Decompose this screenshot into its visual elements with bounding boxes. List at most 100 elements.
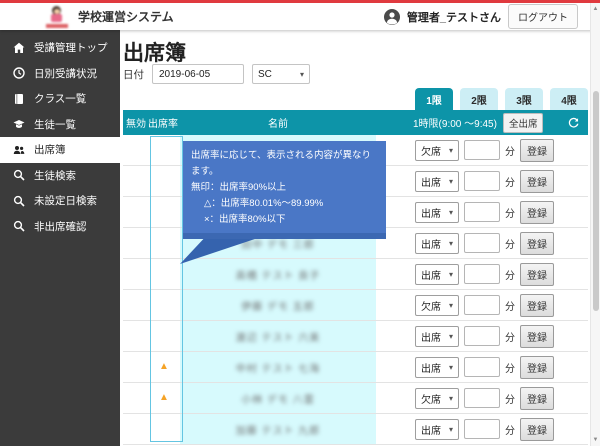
tooltip-line: △：出席率80.01%～89.99% <box>204 198 324 209</box>
invalid-cell <box>123 228 148 258</box>
attendance-status-select[interactable]: 出席 ▾ <box>415 201 459 223</box>
minutes-label: 分 <box>505 425 515 437</box>
attendance-status-value: 欠席 <box>421 394 441 406</box>
register-button[interactable]: 登録 <box>520 169 554 193</box>
user-avatar-icon <box>383 8 400 25</box>
book-icon <box>13 93 25 105</box>
row-controls: 出席 ▾ 分 登録 <box>415 200 588 224</box>
attendance-status-select[interactable]: 出席 ▾ <box>415 418 459 440</box>
sidebar-item[interactable]: 日別受講状況 <box>0 61 120 87</box>
period-tabs: 1限 2限 3限 4限 <box>415 88 588 110</box>
attendance-status-select[interactable]: 出席 ▾ <box>415 356 459 378</box>
period-tab[interactable]: 1限 <box>415 88 453 110</box>
attendance-rate-cell <box>148 228 180 258</box>
register-button[interactable]: 登録 <box>520 138 554 162</box>
sidebar-item[interactable]: 未設定日検索 <box>0 188 120 214</box>
period-tab[interactable]: 2限 <box>460 88 498 110</box>
attendance-status-select[interactable]: 欠席 ▾ <box>415 294 459 316</box>
row-controls: 出席 ▾ 分 登録 <box>415 231 588 255</box>
minutes-input[interactable] <box>464 202 500 222</box>
minutes-input[interactable] <box>464 171 500 191</box>
page-title: 出席簿 <box>123 42 186 65</box>
graduation-cap-icon <box>13 118 25 130</box>
attendance-rate-cell <box>148 259 180 289</box>
invalid-cell <box>123 352 148 382</box>
minutes-input[interactable] <box>464 357 500 377</box>
chevron-down-icon: ▾ <box>448 145 453 155</box>
attendance-status-value: 出席 <box>421 270 441 282</box>
register-button[interactable]: 登録 <box>520 324 554 348</box>
minutes-input[interactable] <box>464 295 500 315</box>
sidebar-navigation: 受講管理トップ 日別受講状況 クラス一覧 生徒一覧 出席簿 生徒検索 未設定日検… <box>0 30 120 446</box>
register-button[interactable]: 登録 <box>520 293 554 317</box>
attendance-status-select[interactable]: 出席 ▾ <box>415 170 459 192</box>
invalid-cell <box>123 135 148 165</box>
sidebar-item[interactable]: 生徒一覧 <box>0 112 120 138</box>
all-attend-button[interactable]: 全出席 <box>502 112 544 133</box>
clock-icon <box>13 67 25 79</box>
users-icon <box>13 144 25 156</box>
attendance-status-select[interactable]: 出席 ▾ <box>415 232 459 254</box>
minutes-input[interactable] <box>464 264 500 284</box>
class-select[interactable]: SC ▾ <box>252 64 310 84</box>
student-name-cell: 小林 デモ 八雲 <box>180 383 376 413</box>
date-input[interactable] <box>152 64 244 84</box>
tooltip-line: 出席率に応じて、表示される内容が異なります。 <box>191 150 372 177</box>
search-icon <box>13 220 25 232</box>
scroll-down-icon[interactable]: ▼ <box>591 437 600 443</box>
logout-button[interactable]: ログアウト <box>508 4 578 29</box>
attendance-status-select[interactable]: 欠席 ▾ <box>415 387 459 409</box>
row-controls: 欠席 ▾ 分 登録 <box>415 293 588 317</box>
register-button[interactable]: 登録 <box>520 417 554 441</box>
minutes-input[interactable] <box>464 388 500 408</box>
period-tab[interactable]: 3限 <box>505 88 543 110</box>
sidebar-item[interactable]: 非出席確認 <box>0 214 120 240</box>
tooltip-tail <box>180 239 255 264</box>
attendance-status-select[interactable]: 欠席 ▾ <box>415 139 459 161</box>
sidebar-item[interactable]: 受講管理トップ <box>0 35 120 61</box>
row-controls: 出席 ▾ 分 登録 <box>415 169 588 193</box>
period-tab[interactable]: 4限 <box>550 88 588 110</box>
date-filter-row: 日付 SC ▾ <box>123 64 310 84</box>
sidebar-item[interactable]: 出席簿 <box>0 137 120 163</box>
vertical-scrollbar[interactable]: ▲ ▼ <box>590 3 600 446</box>
row-controls: 出席 ▾ 分 登録 <box>415 324 588 348</box>
attendance-status-value: 出席 <box>421 425 441 437</box>
invalid-cell <box>123 197 148 227</box>
minutes-input[interactable] <box>464 326 500 346</box>
attendance-status-select[interactable]: 出席 ▾ <box>415 325 459 347</box>
student-name-blurred: 伊藤 デモ 五郎 <box>241 301 315 313</box>
attendance-rate-cell <box>148 135 180 165</box>
sidebar-item[interactable]: クラス一覧 <box>0 86 120 112</box>
scroll-up-icon[interactable]: ▲ <box>591 6 600 12</box>
search-icon <box>13 169 25 181</box>
student-name-blurred: 渡辺 テスト 六美 <box>235 332 321 344</box>
student-name-cell: 加藤 テスト 九郎 <box>180 414 376 444</box>
col-header-name: 名前 <box>268 119 288 130</box>
attendance-rate-tooltip: 出席率に応じて、表示される内容が異なります。無印：出席率90%以上 △：出席率80… <box>180 141 386 264</box>
register-button[interactable]: 登録 <box>520 386 554 410</box>
attendance-status-value: 出席 <box>421 332 441 344</box>
refresh-icon[interactable] <box>567 116 580 129</box>
student-name-cell: 伊藤 デモ 五郎 <box>180 290 376 320</box>
sidebar-item-label: 非出席確認 <box>34 220 87 233</box>
register-button[interactable]: 登録 <box>520 200 554 224</box>
table-header: 無効 出席率 名前 1時限(9:00 ～9:45) 全出席 <box>123 110 588 135</box>
minutes-input[interactable] <box>464 419 500 439</box>
register-button[interactable]: 登録 <box>520 231 554 255</box>
invalid-cell <box>123 166 148 196</box>
minutes-input[interactable] <box>464 140 500 160</box>
register-button[interactable]: 登録 <box>520 262 554 286</box>
student-name-blurred: 高橋 テスト 良子 <box>235 270 321 282</box>
register-button[interactable]: 登録 <box>520 355 554 379</box>
scrollbar-thumb[interactable] <box>592 91 599 311</box>
sidebar-item[interactable]: 生徒検索 <box>0 163 120 189</box>
chevron-down-icon: ▾ <box>448 238 453 248</box>
tooltip-line: 無印：出席率90%以上 <box>191 182 287 193</box>
table-row: ▲ 小林 デモ 八雲 欠席 ▾ 分 登録 <box>123 383 588 414</box>
chevron-down-icon: ▾ <box>448 300 453 310</box>
attendance-rate-cell <box>148 197 180 227</box>
minutes-input[interactable] <box>464 233 500 253</box>
attendance-book-app: 学校運営システム 管理者_テストさん ログアウト 受講管理トップ 日別受講状況 … <box>0 0 600 446</box>
attendance-status-select[interactable]: 出席 ▾ <box>415 263 459 285</box>
